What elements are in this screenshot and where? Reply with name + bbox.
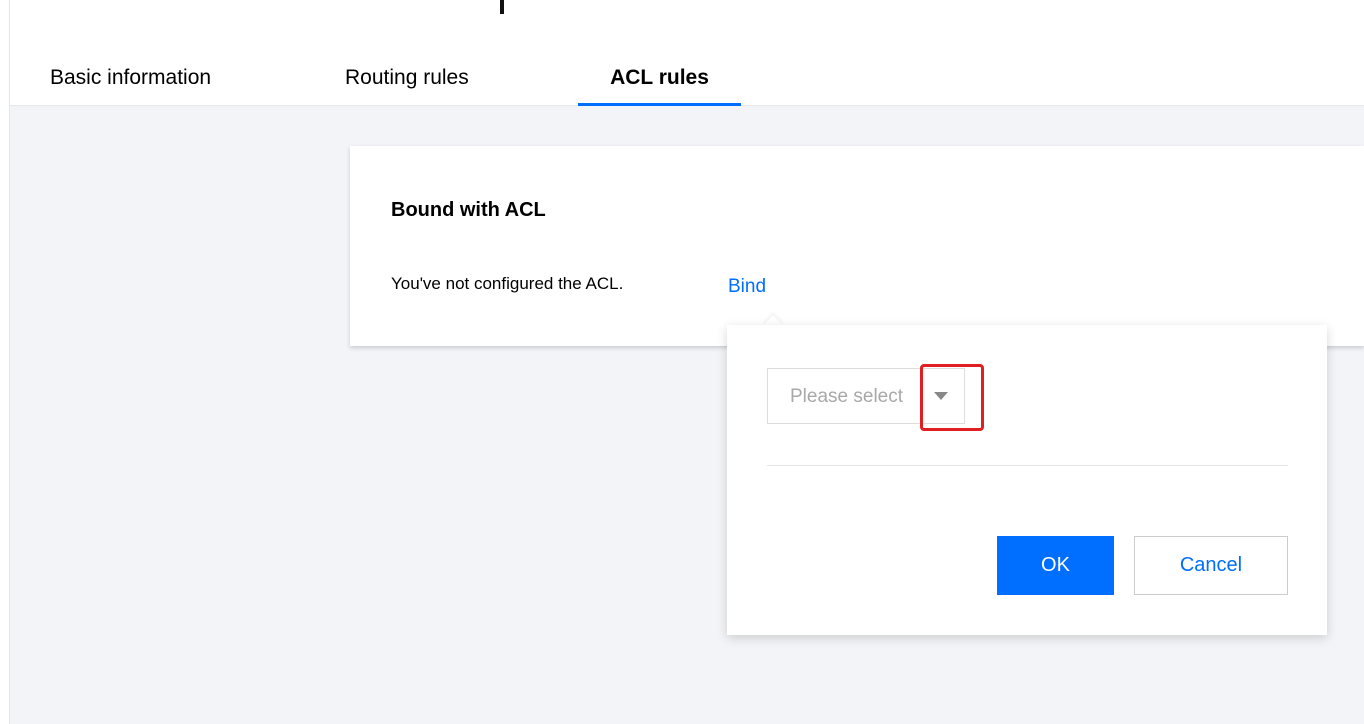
acl-status-message: You've not configured the ACL.	[391, 274, 624, 293]
card-title: Bound with ACL	[391, 199, 546, 221]
cancel-button[interactable]: Cancel	[1134, 536, 1288, 595]
tab-routing-rules[interactable]: Routing rules	[345, 62, 469, 106]
bind-acl-link[interactable]: Bind	[728, 276, 766, 298]
left-sidebar-edge	[0, 0, 10, 724]
page-title-fragment	[500, 0, 504, 14]
acl-binding-card: Bound with ACL You've not configured the…	[350, 146, 1364, 346]
select-placeholder: Please select	[790, 386, 904, 407]
tab-acl-rules[interactable]: ACL rules	[578, 62, 741, 106]
bind-acl-popover: Please select OK Cancel	[727, 325, 1327, 635]
popover-divider	[767, 465, 1288, 466]
tab-basic-information[interactable]: Basic information	[50, 62, 211, 106]
ok-button[interactable]: OK	[997, 536, 1114, 595]
dropdown-highlight-box	[920, 364, 984, 431]
page-header: Basic information Routing rules ACL rule…	[10, 0, 1364, 106]
